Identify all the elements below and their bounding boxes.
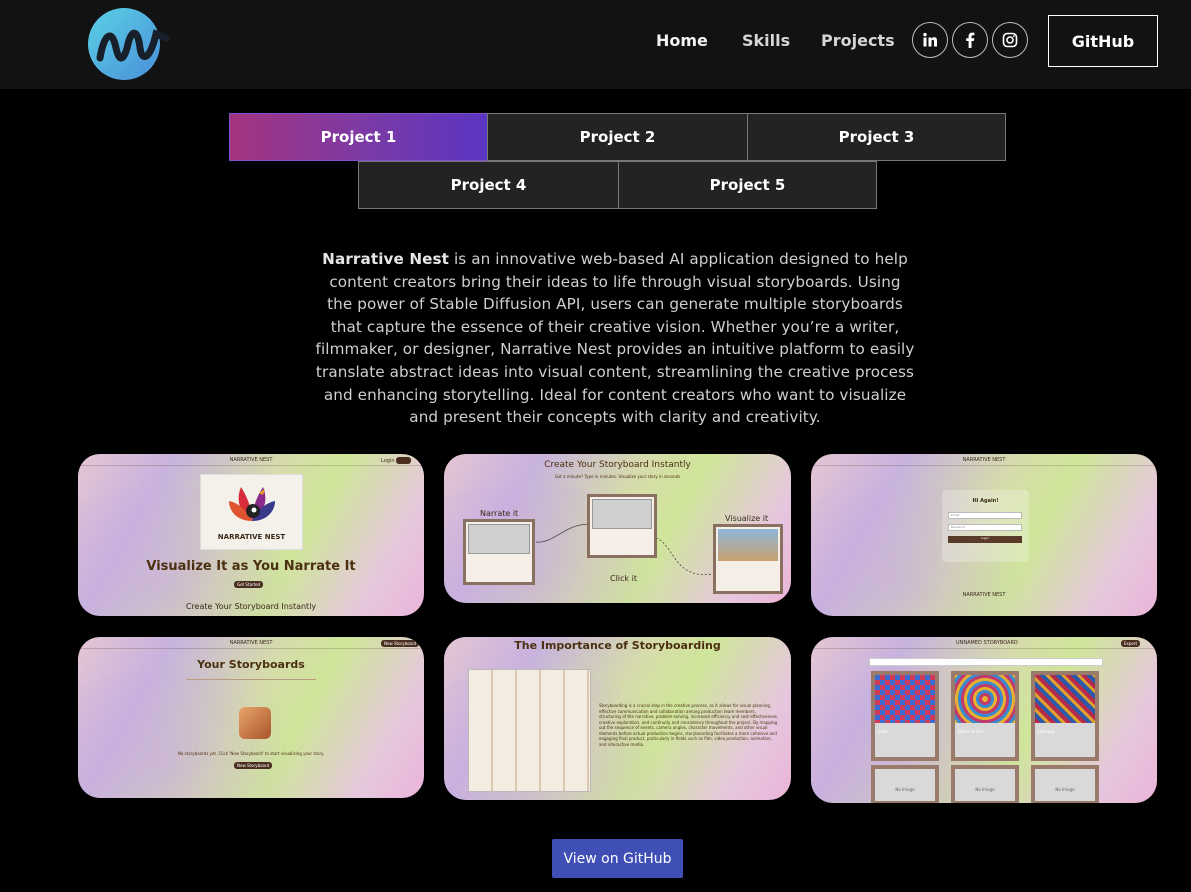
mini-brand: NARRATIVE NEST xyxy=(229,457,273,463)
tab-project-1[interactable]: Project 1 xyxy=(229,113,488,161)
mini-tile-1: Cells xyxy=(871,671,939,761)
mini-login-button: Login xyxy=(948,536,1022,543)
tab-project-4[interactable]: Project 4 xyxy=(358,161,619,209)
mini-divider xyxy=(186,679,316,680)
project-description: Narrative Nest is an innovative web-base… xyxy=(315,248,915,429)
mini-footer-text: Create Your Storyboard Instantly xyxy=(185,602,317,611)
mini-connector-left xyxy=(535,523,591,543)
mini-click-card xyxy=(587,494,657,558)
screenshot-landing[interactable]: NARRATIVE NEST Login NARRATIVE NEST Visu… xyxy=(78,454,424,616)
mini-tile-caption: Cells xyxy=(878,729,888,734)
mini-image-placeholder xyxy=(592,499,652,529)
instagram-icon xyxy=(1002,32,1018,48)
mini-empty-state: No storyboards yet. Click 'New Storyboar… xyxy=(177,751,325,756)
project-description-text: is an innovative web-based AI applicatio… xyxy=(315,250,915,427)
nav-projects-link[interactable]: Projects xyxy=(821,31,895,50)
screenshot-importance[interactable]: The Importance of Storyboarding Storyboa… xyxy=(444,637,791,800)
mini-click-label: Click it xyxy=(610,574,637,583)
mini-new-storyboard-top: New Storyboard xyxy=(381,640,420,647)
mini-no-image: No Image xyxy=(1055,787,1075,792)
mini-search-field xyxy=(869,658,1103,666)
mini-visualize-card xyxy=(713,524,783,594)
mini-logo-text: NARRATIVE NEST xyxy=(217,533,286,541)
mini-new-storyboard-button: New Storyboard xyxy=(234,762,273,769)
mini-brand: NARRATIVE NEST xyxy=(962,457,1006,463)
view-on-github-button[interactable]: View on GitHub xyxy=(552,839,683,878)
github-button[interactable]: GitHub xyxy=(1048,15,1158,67)
screenshot-storyboard-grid[interactable]: UNNAMED STORYBOARD Export Cells Doors to… xyxy=(811,637,1157,803)
mini-storyboard-title: UNNAMED STORYBOARD xyxy=(956,640,1018,646)
mini-export-button: Export xyxy=(1121,640,1141,647)
screenshot-storyboards[interactable]: NARRATIVE NEST New Storyboard Your Story… xyxy=(78,637,424,798)
mini-brand: NARRATIVE NEST xyxy=(229,640,273,646)
facebook-button[interactable] xyxy=(952,22,988,58)
mini-login-card: Hi Again! Email Password Login xyxy=(942,490,1029,562)
mini-connector-right xyxy=(655,537,713,576)
film-clapper-icon xyxy=(239,707,271,739)
mini-login-greeting: Hi Again! xyxy=(972,498,999,504)
mini-storyboard-sketch-image xyxy=(468,669,591,792)
facebook-icon xyxy=(966,32,975,48)
screenshot-workflow[interactable]: Create Your Storyboard Instantly Got a m… xyxy=(444,454,791,603)
mini-workflow-title: Create Your Storyboard Instantly xyxy=(544,460,691,470)
mini-no-image: No Image xyxy=(975,787,995,792)
mini-narrate-card xyxy=(463,519,535,585)
linkedin-button[interactable] xyxy=(912,22,948,58)
mini-narrate-label: Narrate it xyxy=(480,509,519,518)
mini-footer-brand: NARRATIVE NEST xyxy=(962,592,1006,598)
screenshot-login[interactable]: NARRATIVE NEST Hi Again! Email Password … xyxy=(811,454,1157,616)
mini-importance-body: Storyboarding is a crucial step in the c… xyxy=(599,703,779,747)
mini-no-image: No Image xyxy=(895,787,915,792)
tab-project-2[interactable]: Project 2 xyxy=(487,113,748,161)
mini-tile-2: Doors to the... xyxy=(951,671,1019,761)
mini-password-field: Password xyxy=(948,524,1022,531)
mini-workflow-subtitle: Got a minute? Type in minutes. Visualize… xyxy=(554,474,681,479)
tab-project-5[interactable]: Project 5 xyxy=(618,161,877,209)
mini-tile-image xyxy=(955,675,1015,723)
mini-storyboards-title: Your Storyboards xyxy=(197,658,305,671)
mini-tile-6: No Image xyxy=(1031,765,1099,803)
mini-hero-headline: Visualize It as You Narrate It xyxy=(146,559,356,574)
mini-cowboy-image xyxy=(718,529,778,561)
nav-home-link[interactable]: Home xyxy=(656,31,708,50)
mini-tile-4: No Image xyxy=(871,765,939,803)
mini-email-field: Email xyxy=(948,512,1022,519)
mini-tile-5: No Image xyxy=(951,765,1019,803)
mini-get-started-button: Get Started xyxy=(234,581,264,588)
mini-tile-caption: Doors to the... xyxy=(958,729,987,734)
mini-logo-card: NARRATIVE NEST xyxy=(200,474,303,550)
site-logo[interactable] xyxy=(86,4,170,84)
mini-tile-3: Highway xyxy=(1031,671,1099,761)
mini-tile-image xyxy=(1035,675,1095,723)
mini-tile-caption: Highway xyxy=(1038,729,1056,734)
mini-tile-image xyxy=(875,675,935,723)
instagram-button[interactable] xyxy=(992,22,1028,58)
mini-importance-title: The Importance of Storyboarding xyxy=(514,639,721,652)
nav-skills-link[interactable]: Skills xyxy=(742,31,790,50)
navbar: Home Skills Projects GitHub xyxy=(0,0,1191,89)
linkedin-icon xyxy=(923,32,937,47)
project-name: Narrative Nest xyxy=(322,250,450,268)
mini-login: Login xyxy=(381,458,395,464)
lotus-logo-icon xyxy=(229,487,275,521)
mini-image-placeholder xyxy=(468,524,530,554)
mini-signup-pill xyxy=(396,457,411,464)
mini-visualize-label: Visualize it xyxy=(725,514,769,523)
tab-project-3[interactable]: Project 3 xyxy=(747,113,1006,161)
